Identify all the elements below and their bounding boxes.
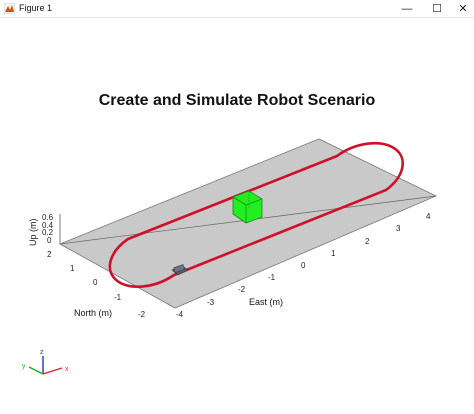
x-axis-label: East (m) (249, 297, 283, 307)
triad-x-axis (42, 367, 63, 375)
triad-y-label: y (22, 363, 26, 370)
x-tick-label: 1 (331, 249, 336, 258)
x-tick-label: -4 (176, 310, 184, 319)
triad-z-label: z (40, 349, 44, 356)
x-tick-label: 3 (396, 224, 401, 233)
x-tick-label: 4 (426, 212, 431, 221)
triad-x-label: x (65, 366, 69, 373)
ground-plane (59, 138, 437, 309)
y-tick-label: 2 (47, 250, 52, 259)
x-tick-label: -1 (268, 273, 276, 282)
y-tick-label: -1 (114, 293, 122, 302)
z-axis-label: Up (m) (28, 219, 38, 247)
x-tick-label: -3 (207, 298, 215, 307)
y-tick-label: -2 (138, 310, 146, 319)
y-tick-label: 0 (93, 278, 98, 287)
orientation-triad: z x y (22, 349, 69, 375)
scenario-axes[interactable]: 0.6 0.4 0.2 0 Up (m) 2 1 0 -1 -2 North (… (0, 0, 474, 414)
triad-y-axis (28, 366, 44, 375)
y-axis-label: North (m) (74, 308, 112, 318)
x-tick-label: 0 (301, 261, 306, 270)
x-tick-label: 2 (365, 237, 370, 246)
z-tick-label: 0 (47, 236, 52, 245)
x-tick-label: -2 (238, 285, 246, 294)
y-tick-label: 1 (70, 264, 75, 273)
